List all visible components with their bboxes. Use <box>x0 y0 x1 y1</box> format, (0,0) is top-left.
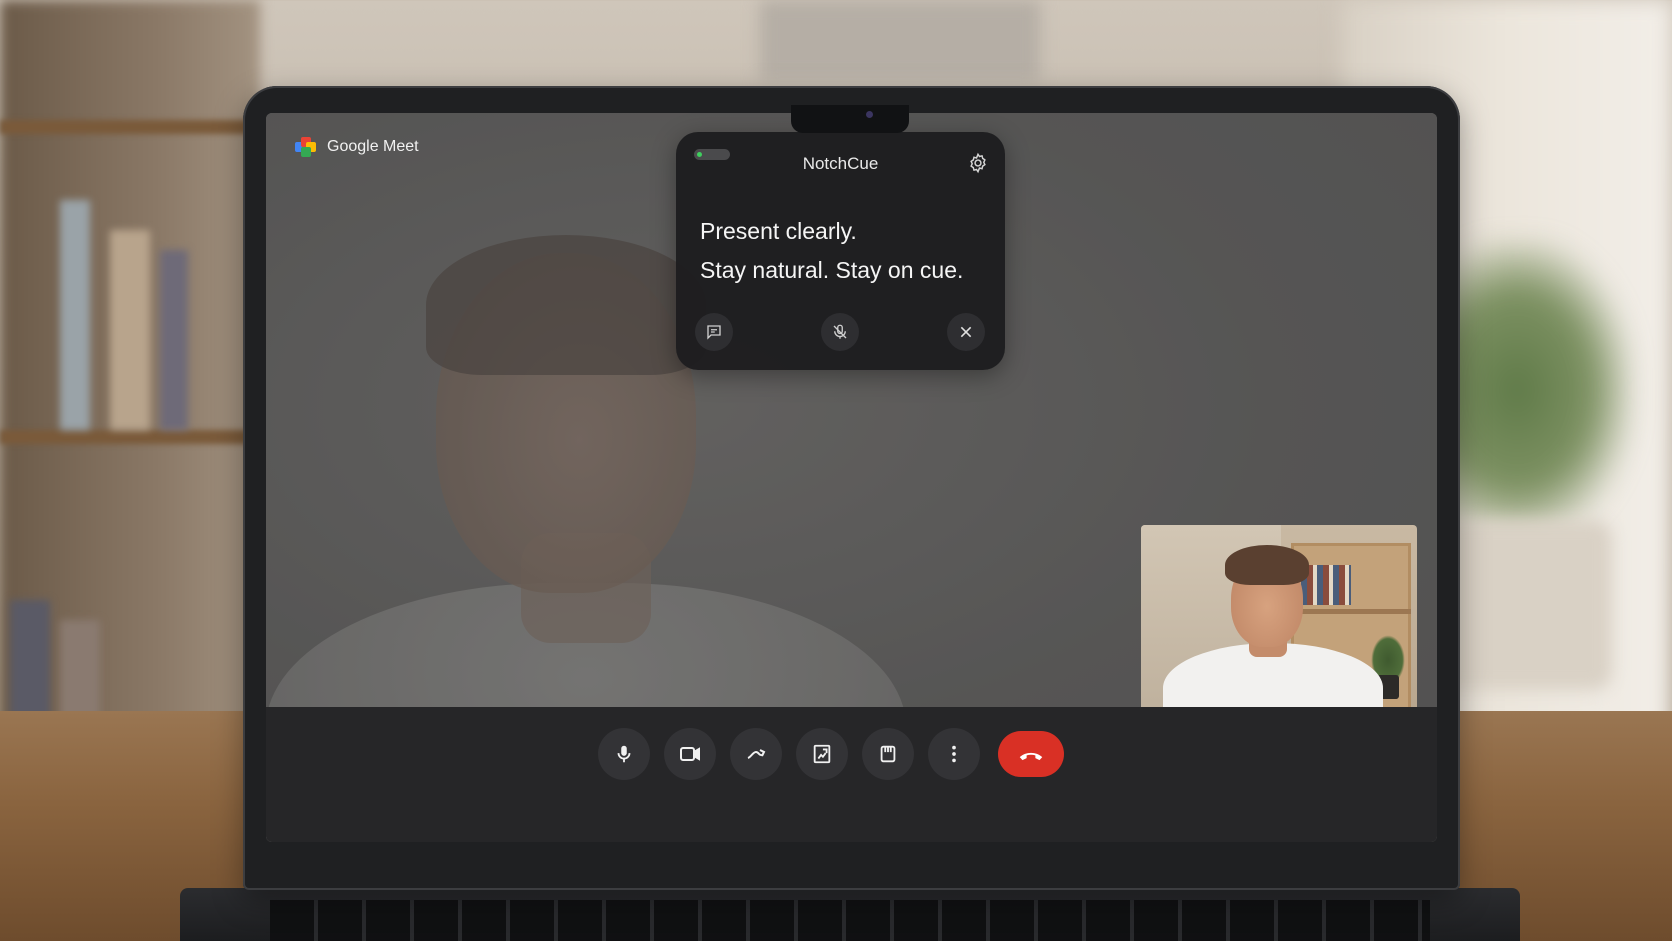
camera-button[interactable] <box>664 728 716 780</box>
self-view-video <box>1141 525 1417 713</box>
cue-line-1: Present clearly. <box>700 218 857 244</box>
cue-line-2: Stay natural. Stay on cue. <box>700 257 964 283</box>
share-button[interactable] <box>730 728 782 780</box>
webcam-icon <box>866 111 873 118</box>
laptop-screen: Google Meet NotchCue Present clearly. St… <box>266 113 1437 842</box>
cue-text: Present clearly. Stay natural. Stay on c… <box>700 212 985 290</box>
leave-call-button[interactable] <box>998 731 1064 777</box>
raise-hand-button[interactable] <box>862 728 914 780</box>
notchcue-title: NotchCue <box>802 154 879 173</box>
present-icon <box>813 744 831 764</box>
cue-close-button[interactable] <box>947 313 985 351</box>
microphone-button[interactable] <box>598 728 650 780</box>
present-button[interactable] <box>796 728 848 780</box>
laptop-notch <box>791 105 909 133</box>
link-icon <box>747 749 766 759</box>
cue-mute-button[interactable] <box>821 313 859 351</box>
brand-name: Google Meet <box>327 138 419 155</box>
mic-off-icon <box>833 324 847 339</box>
more-options-button[interactable] <box>928 728 980 780</box>
video-camera-icon <box>680 747 700 761</box>
notchcue-panel: NotchCue Present clearly. Stay natural. … <box>676 132 1005 370</box>
mic-icon <box>617 745 631 763</box>
google-meet-logo-icon <box>295 137 319 157</box>
hand-icon <box>880 745 896 763</box>
more-vert-icon <box>952 745 956 763</box>
cue-chat-button[interactable] <box>695 313 733 351</box>
meeting-control-bar <box>266 707 1437 842</box>
close-icon <box>960 326 972 338</box>
gear-icon[interactable] <box>967 152 989 174</box>
chat-icon <box>707 325 721 340</box>
phone-hangup-icon <box>1019 752 1043 761</box>
laptop-keyboard <box>270 900 1430 941</box>
meet-brand: Google Meet <box>295 137 419 157</box>
